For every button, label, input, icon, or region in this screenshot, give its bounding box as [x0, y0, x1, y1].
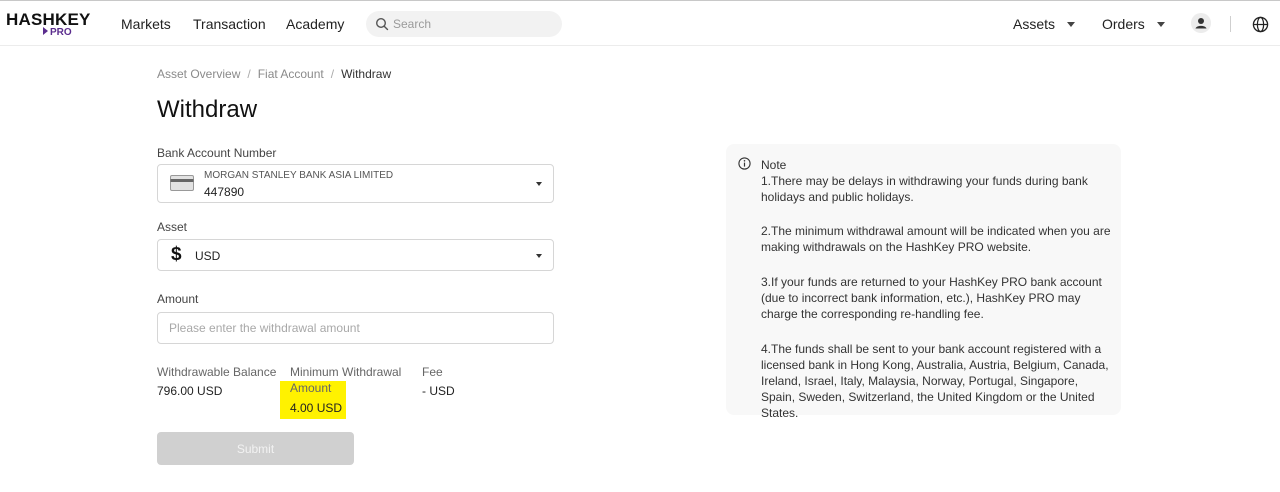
user-avatar[interactable] — [1191, 13, 1211, 33]
submit-button[interactable]: Submit — [157, 432, 354, 465]
header-divider — [1230, 16, 1231, 32]
search-input[interactable] — [393, 14, 553, 34]
bank-account-select[interactable]: MORGAN STANLEY BANK ASIA LIMITED 447890 — [157, 164, 554, 203]
bank-card-icon — [170, 175, 194, 191]
bank-name: MORGAN STANLEY BANK ASIA LIMITED — [204, 170, 394, 181]
withdrawable-balance-value: 796.00 USD — [157, 384, 223, 398]
min-withdrawal-value: 4.00 USD — [290, 401, 343, 415]
dollar-icon: $ — [171, 244, 182, 265]
nav-markets[interactable]: Markets — [121, 16, 171, 32]
fee-label: Fee — [422, 365, 443, 379]
orders-menu[interactable]: Orders — [1102, 16, 1165, 32]
breadcrumb: Asset Overview / Fiat Account / Withdraw — [157, 67, 392, 81]
note-item-2: 2.The minimum withdrawal amount will be … — [761, 224, 1111, 254]
note-item-4: 4.The funds shall be sent to your bank a… — [761, 342, 1109, 420]
bank-account-number: 447890 — [204, 185, 245, 199]
amount-label: Amount — [157, 292, 199, 306]
bank-account-label: Bank Account Number — [157, 146, 277, 160]
note-panel: Note 1.There may be delays in withdrawin… — [726, 144, 1121, 420]
min-withdrawal-label: Minimum Withdrawal — [290, 365, 402, 379]
note-title: Note — [761, 158, 787, 172]
asset-value: USD — [195, 249, 221, 263]
note-item-1: 1.There may be delays in withdrawing you… — [761, 174, 1088, 204]
chevron-down-icon — [1156, 22, 1165, 27]
breadcrumb-withdraw: Withdraw — [341, 67, 392, 81]
chevron-down-icon — [536, 254, 542, 258]
hashkey-pro-logo[interactable]: HASHKEY PRO — [6, 10, 90, 40]
asset-label: Asset — [157, 220, 188, 234]
chevron-down-icon — [1067, 22, 1076, 27]
breadcrumb-fiat-account[interactable]: Fiat Account — [258, 67, 324, 81]
top-navbar: HASHKEY PRO Markets Transaction Academy … — [0, 1, 1280, 46]
info-icon — [738, 157, 751, 170]
amount-input[interactable] — [157, 312, 554, 344]
nav-transaction[interactable]: Transaction — [193, 16, 266, 32]
fee-value: - USD — [422, 384, 455, 398]
min-withdrawal-label-line2: Amount — [290, 381, 332, 395]
page-title: Withdraw — [157, 96, 258, 123]
withdrawable-balance-label: Withdrawable Balance — [157, 365, 277, 379]
search-bar[interactable] — [366, 11, 562, 37]
logo-subtext: PRO — [43, 27, 72, 38]
note-item-3: 3.If your funds are returned to your Has… — [761, 275, 1102, 321]
search-icon — [375, 17, 389, 31]
asset-select[interactable]: $ USD — [157, 239, 554, 271]
globe-icon[interactable] — [1252, 16, 1269, 33]
nav-academy[interactable]: Academy — [286, 16, 344, 32]
user-icon — [1195, 18, 1207, 29]
assets-menu[interactable]: Assets — [1013, 16, 1076, 32]
breadcrumb-asset-overview[interactable]: Asset Overview — [157, 67, 240, 81]
chevron-down-icon — [536, 182, 542, 186]
